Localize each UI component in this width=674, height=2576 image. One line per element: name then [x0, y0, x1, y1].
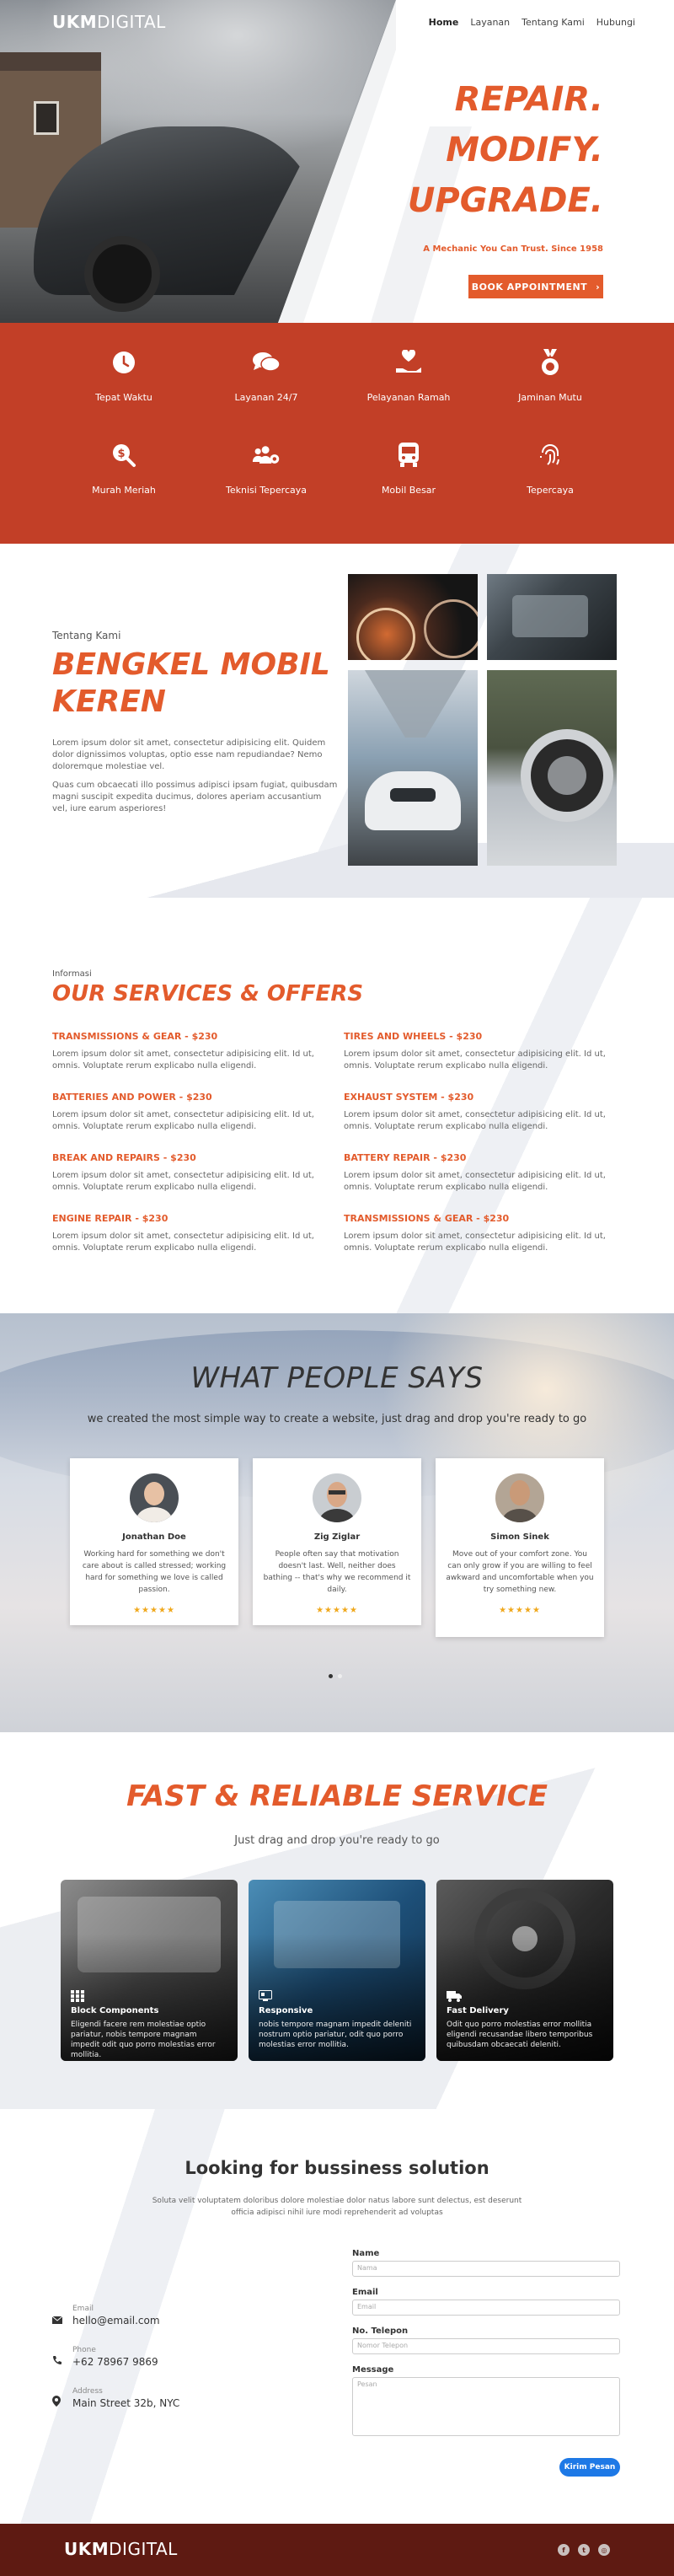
- carousel-indicators: [329, 1674, 342, 1678]
- service-item: BATTERY REPAIR - $230 Lorem ipsum dolor s…: [344, 1152, 606, 1192]
- fast-service-title: FAST & RELIABLE SERVICE: [126, 1779, 548, 1813]
- avatar: [495, 1473, 544, 1522]
- twitter-icon[interactable]: t: [578, 2544, 590, 2556]
- feature-card[interactable]: Fast Delivery Odit quo porro molestias e…: [436, 1880, 613, 2061]
- hero-section: UKMDIGITAL Home Layanan Tentang Kami Hub…: [0, 0, 674, 323]
- testimonials-subtitle: we created the most simple way to create…: [87, 1413, 587, 1425]
- feature-item: Jaminan Mutu: [487, 348, 613, 403]
- services-eyebrow: Informasi: [52, 969, 92, 979]
- message-label: Message: [352, 2365, 394, 2375]
- feature-card[interactable]: Responsive nobis tempore magnam impedit …: [249, 1880, 425, 2061]
- feature-item: Layanan 24/7: [203, 348, 329, 403]
- service-item: TRANSMISSIONS & GEAR - $230 Lorem ipsum d…: [344, 1213, 606, 1253]
- email-label: Email: [352, 2288, 378, 2297]
- monitor-icon: [259, 1989, 272, 2005]
- services-title: OUR SERVICES & OFFERS: [52, 981, 364, 1006]
- fast-service-section: FAST & RELIABLE SERVICE Just drag and dr…: [0, 1732, 674, 2109]
- send-message-button[interactable]: Kirim Pesan: [559, 2458, 620, 2477]
- bus-icon: [394, 441, 423, 470]
- speedometer-photo: [348, 574, 478, 660]
- service-item: TRANSMISSIONS & GEAR - $230 Lorem ipsum d…: [52, 1031, 314, 1071]
- feature-item: Tepercaya: [487, 441, 613, 496]
- carousel-dot[interactable]: [338, 1674, 342, 1678]
- avatar: [313, 1473, 361, 1522]
- nav-link-layanan[interactable]: Layanan: [470, 17, 510, 28]
- main-nav: Home Layanan Tentang Kami Hubungi: [429, 17, 635, 28]
- grid-icon: [71, 1989, 84, 2005]
- site-logo[interactable]: UKMDIGITAL: [52, 12, 166, 32]
- phone-icon: [52, 2353, 62, 2369]
- avatar: [130, 1473, 179, 1522]
- about-section: Tentang Kami BENGKEL MOBIL KEREN Lorem i…: [0, 544, 674, 898]
- contact-subtitle: Soluta velit voluptatem doloribus dolore…: [152, 2197, 522, 2217]
- footer: UKMDIGITAL f t ◎: [0, 2524, 674, 2576]
- service-item: BREAK AND REPAIRS - $230 Lorem ipsum dolo…: [52, 1152, 314, 1192]
- feature-item: Pelayanan Ramah: [345, 348, 472, 403]
- message-field[interactable]: Pesan: [352, 2377, 620, 2436]
- facebook-icon[interactable]: f: [558, 2544, 570, 2556]
- services-section: Informasi OUR SERVICES & OFFERS TRANSMIS…: [0, 898, 674, 1313]
- chevron-right-icon: ›: [596, 281, 601, 292]
- service-item: BATTERIES AND POWER - $230 Lorem ipsum do…: [52, 1092, 314, 1131]
- testimonial-card: Jonathan Doe Working hard for something …: [70, 1458, 238, 1625]
- feature-item: Tepat Waktu: [61, 348, 187, 403]
- testimonials-title: WHAT PEOPLE SAYS: [190, 1361, 484, 1395]
- about-title: BENGKEL MOBIL KEREN: [52, 647, 330, 719]
- service-item: EXHAUST SYSTEM - $230 Lorem ipsum dolor s…: [344, 1092, 606, 1131]
- sports-car-bridge-photo: [348, 670, 478, 866]
- star-rating: ★★★★★: [316, 1606, 358, 1615]
- medal-icon: [536, 348, 564, 377]
- name-field[interactable]: Nama: [352, 2261, 620, 2277]
- features-section: Tepat Waktu Layanan 24/7 Pelayanan Ramah…: [0, 323, 674, 544]
- testimonial-card: Simon Sinek Move out of your comfort zon…: [436, 1458, 604, 1637]
- about-eyebrow: Tentang Kami: [52, 630, 121, 641]
- hand-heart-icon: [394, 348, 423, 377]
- truck-icon: [447, 1989, 462, 2005]
- map-pin-icon: [52, 2394, 61, 2410]
- wheel-photo: [487, 670, 617, 866]
- fast-service-subtitle: Just drag and drop you're ready to go: [234, 1834, 440, 1847]
- name-label: Name: [352, 2249, 380, 2258]
- about-paragraph: Lorem ipsum dolor sit amet, consectetur …: [52, 738, 326, 771]
- nav-link-tentang-kami[interactable]: Tentang Kami: [522, 17, 585, 28]
- hero-subtitle: A Mechanic You Can Trust. Since 1958: [423, 244, 603, 254]
- feature-item: $ Murah Meriah: [61, 441, 187, 496]
- star-rating: ★★★★★: [133, 1606, 175, 1615]
- star-rating: ★★★★★: [499, 1606, 541, 1615]
- testimonial-card: Zig Ziglar People often say that motivat…: [253, 1458, 421, 1625]
- svg-text:$: $: [117, 448, 125, 460]
- book-appointment-button[interactable]: BOOK APPOINTMENT ›: [468, 275, 603, 298]
- feature-card[interactable]: Block Components Eligendi facere rem mol…: [61, 1880, 238, 2061]
- service-item: TIRES AND WHEELS - $230 Lorem ipsum dolor…: [344, 1031, 606, 1071]
- email-field[interactable]: Email: [352, 2300, 620, 2316]
- feature-item: Teknisi Tepercaya: [203, 441, 329, 496]
- users-cog-icon: [252, 441, 281, 470]
- phone-label: No. Telepon: [352, 2326, 409, 2336]
- envelope-icon: [51, 2311, 63, 2327]
- contact-section: Looking for bussiness solution Soluta ve…: [0, 2109, 674, 2524]
- clock-icon: [110, 348, 138, 377]
- nav-link-home[interactable]: Home: [429, 17, 459, 28]
- fingerprint-icon: [536, 441, 564, 470]
- footer-logo[interactable]: UKMDIGITAL: [64, 2539, 178, 2559]
- phone-field[interactable]: Nomor Telepon: [352, 2338, 620, 2354]
- hero-title: REPAIR. MODIFY. UPGRADE.: [407, 80, 603, 220]
- testimonials-section: WHAT PEOPLE SAYS we created the most sim…: [0, 1313, 674, 1732]
- carousel-dot[interactable]: [329, 1674, 333, 1678]
- chat-icon: [252, 348, 281, 377]
- engine-photo: [487, 574, 617, 660]
- contact-title: Looking for bussiness solution: [185, 2158, 489, 2178]
- about-paragraph: Quas cum obcaecati illo possimus adipisc…: [52, 781, 338, 813]
- service-item: ENGINE REPAIR - $230 Lorem ipsum dolor si…: [52, 1213, 314, 1253]
- feature-item: Mobil Besar: [345, 441, 472, 496]
- instagram-icon[interactable]: ◎: [598, 2544, 610, 2556]
- nav-link-hubungi[interactable]: Hubungi: [596, 17, 635, 28]
- search-dollar-icon: $: [110, 441, 138, 470]
